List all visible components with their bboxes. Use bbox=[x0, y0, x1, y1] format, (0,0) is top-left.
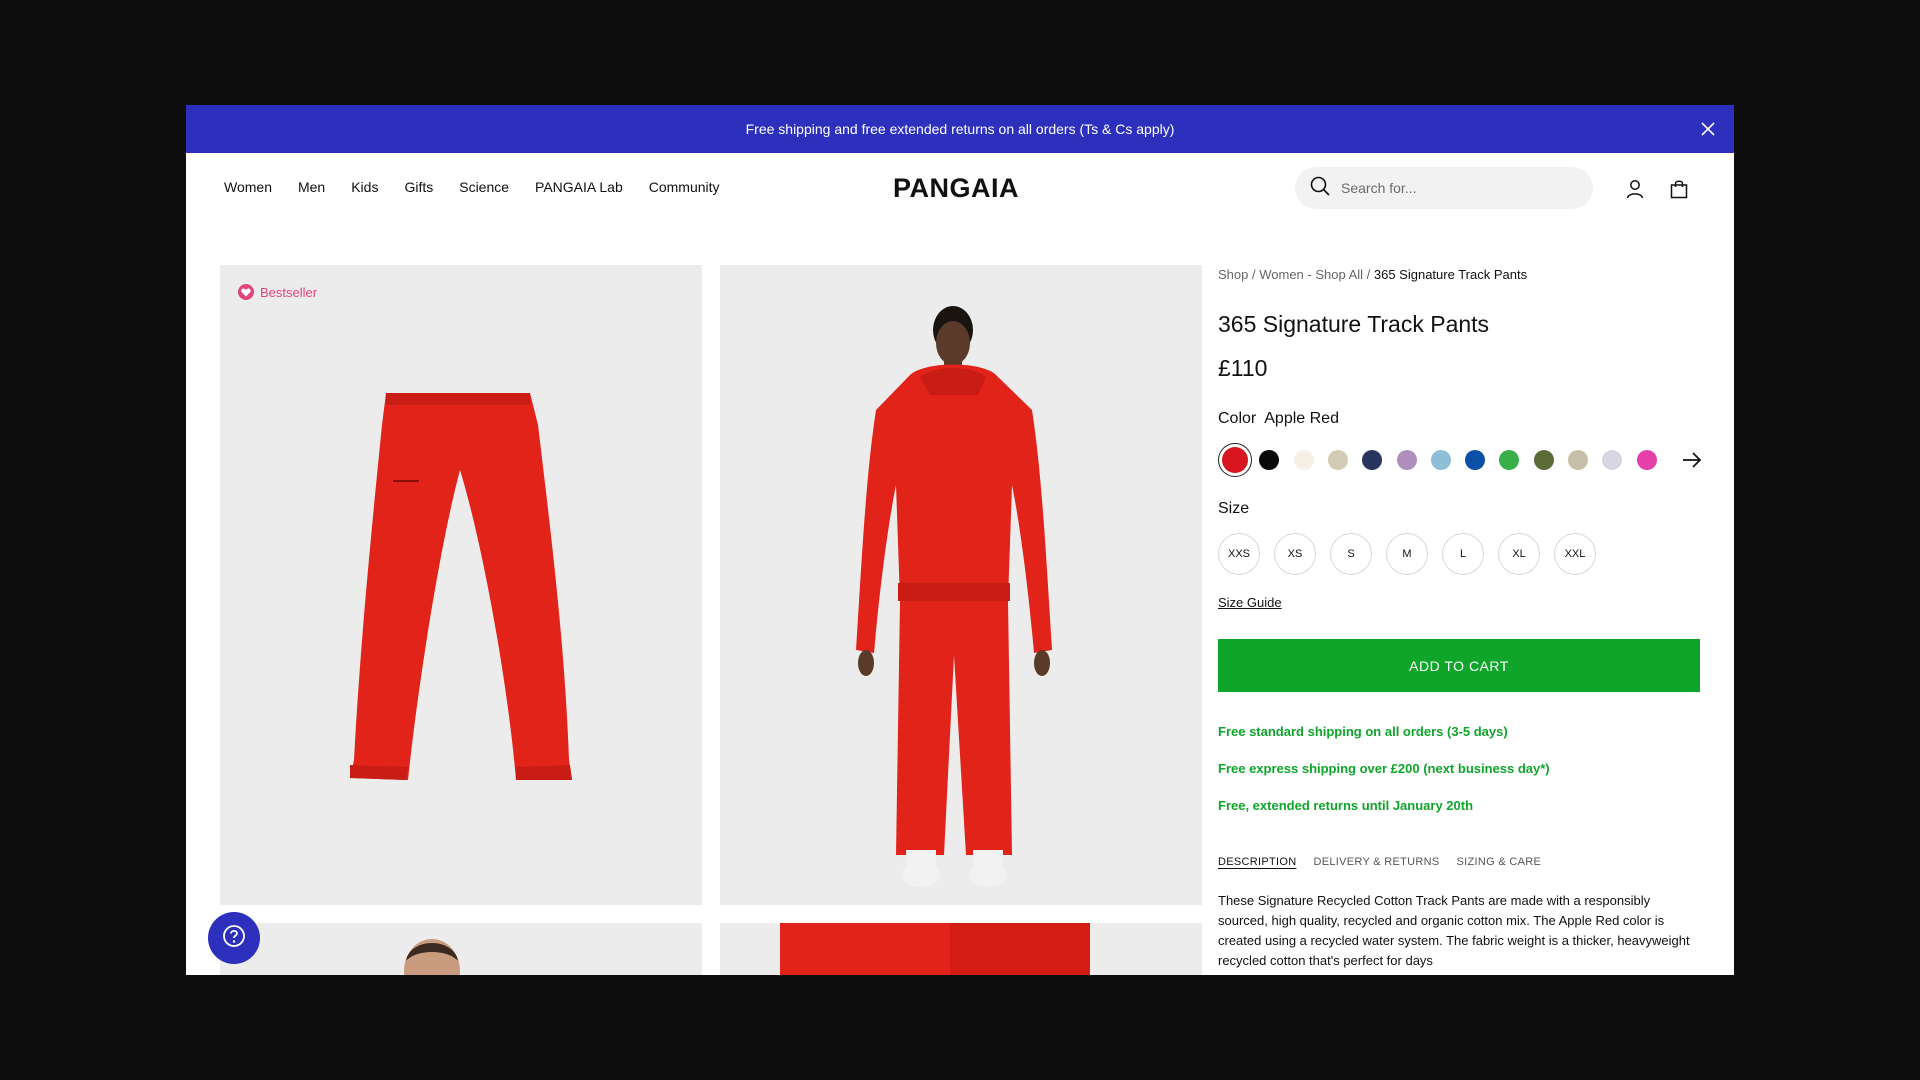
color-label-text: Color bbox=[1218, 410, 1257, 427]
color-swatch[interactable] bbox=[1430, 450, 1451, 470]
breadcrumb-shop[interactable]: Shop bbox=[1218, 267, 1248, 282]
product-image-3[interactable] bbox=[220, 923, 702, 975]
color-swatch[interactable] bbox=[1465, 450, 1486, 470]
site-logo[interactable]: PANGAIA bbox=[893, 173, 1019, 204]
nav-item-science[interactable]: Science bbox=[459, 179, 509, 195]
promo-text: Free shipping and free extended returns … bbox=[745, 121, 1175, 137]
size-option-m[interactable]: M bbox=[1386, 533, 1428, 575]
nav-item-kids[interactable]: Kids bbox=[351, 179, 378, 195]
color-swatch[interactable] bbox=[1218, 443, 1252, 477]
perk-standard-shipping: Free standard shipping on all orders (3-… bbox=[1218, 724, 1508, 739]
size-label: Size bbox=[1218, 500, 1250, 517]
perk-extended-returns: Free, extended returns until January 20t… bbox=[1218, 798, 1474, 813]
product-description: These Signature Recycled Cotton Track Pa… bbox=[1218, 893, 1690, 968]
browser-page: Free shipping and free extended returns … bbox=[186, 105, 1734, 975]
arrow-right-icon[interactable] bbox=[1680, 448, 1704, 472]
color-swatch[interactable] bbox=[1259, 450, 1280, 470]
color-swatch[interactable] bbox=[1533, 450, 1554, 470]
model-illustration bbox=[856, 306, 1052, 887]
product-price: £110 bbox=[1218, 355, 1268, 381]
help-icon bbox=[221, 923, 247, 954]
color-swatch-fill bbox=[1222, 447, 1248, 473]
product-image-4[interactable] bbox=[720, 923, 1202, 975]
color-label: Color Apple Red bbox=[1218, 410, 1339, 428]
help-button[interactable] bbox=[208, 912, 260, 964]
size-option-l[interactable]: L bbox=[1442, 533, 1484, 575]
size-option-s[interactable]: S bbox=[1330, 533, 1372, 575]
color-swatch[interactable] bbox=[1293, 450, 1314, 470]
product-image-model[interactable] bbox=[720, 265, 1202, 905]
color-swatch[interactable] bbox=[1362, 450, 1383, 470]
color-swatches bbox=[1218, 443, 1708, 477]
track-pants-illustration bbox=[350, 393, 572, 780]
product-title: 365 Signature Track Pants bbox=[1218, 311, 1490, 337]
color-swatch[interactable] bbox=[1396, 450, 1417, 470]
nav-item-gifts[interactable]: Gifts bbox=[404, 179, 433, 195]
info-tabs: DESCRIPTION DELIVERY & RETURNS SIZING & … bbox=[1218, 856, 1541, 868]
add-to-cart-button[interactable]: ADD TO CART bbox=[1218, 639, 1700, 692]
tab-description[interactable]: DESCRIPTION bbox=[1218, 856, 1296, 868]
size-guide-link[interactable]: Size Guide bbox=[1218, 595, 1282, 610]
size-option-xs[interactable]: XS bbox=[1274, 533, 1316, 575]
color-swatch[interactable] bbox=[1499, 450, 1520, 470]
model-head-illustration bbox=[404, 939, 460, 975]
tab-delivery-returns[interactable]: DELIVERY & RETURNS bbox=[1313, 856, 1439, 868]
breadcrumb-current: 365 Signature Track Pants bbox=[1373, 267, 1528, 282]
size-option-xxs[interactable]: XXS bbox=[1218, 533, 1260, 575]
color-swatch[interactable] bbox=[1602, 450, 1623, 470]
color-swatch[interactable] bbox=[1327, 450, 1348, 470]
nav-item-women[interactable]: Women bbox=[224, 179, 272, 195]
nav-item-men[interactable]: Men bbox=[298, 179, 325, 195]
product-image-flatlay[interactable]: Bestseller bbox=[220, 265, 702, 905]
product-details: Shop / Women - Shop All / 365 Signature … bbox=[1218, 105, 1708, 975]
color-value: Apple Red bbox=[1264, 410, 1339, 427]
size-options: XXS XS S M L XL XXL bbox=[1218, 533, 1596, 575]
size-option-xl[interactable]: XL bbox=[1498, 533, 1540, 575]
perk-express-shipping: Free express shipping over £200 (next bu… bbox=[1218, 761, 1550, 776]
color-swatch[interactable] bbox=[1636, 450, 1657, 470]
bestseller-badge: Bestseller bbox=[238, 284, 317, 300]
color-swatch[interactable] bbox=[1568, 450, 1588, 470]
main-nav: Women Men Kids Gifts Science PANGAIA Lab… bbox=[224, 179, 720, 195]
tab-sizing-care[interactable]: SIZING & CARE bbox=[1457, 856, 1542, 868]
bestseller-label: Bestseller bbox=[260, 284, 318, 300]
red-fabric-illustration bbox=[780, 923, 1090, 975]
breadcrumb: Shop / Women - Shop All / 365 Signature … bbox=[1218, 267, 1528, 282]
heart-icon bbox=[238, 284, 254, 300]
breadcrumb-women[interactable]: Women - Shop All bbox=[1259, 267, 1363, 282]
size-option-xxl[interactable]: XXL bbox=[1554, 533, 1596, 575]
nav-item-pangaia-lab[interactable]: PANGAIA Lab bbox=[535, 179, 623, 195]
nav-item-community[interactable]: Community bbox=[649, 179, 720, 195]
